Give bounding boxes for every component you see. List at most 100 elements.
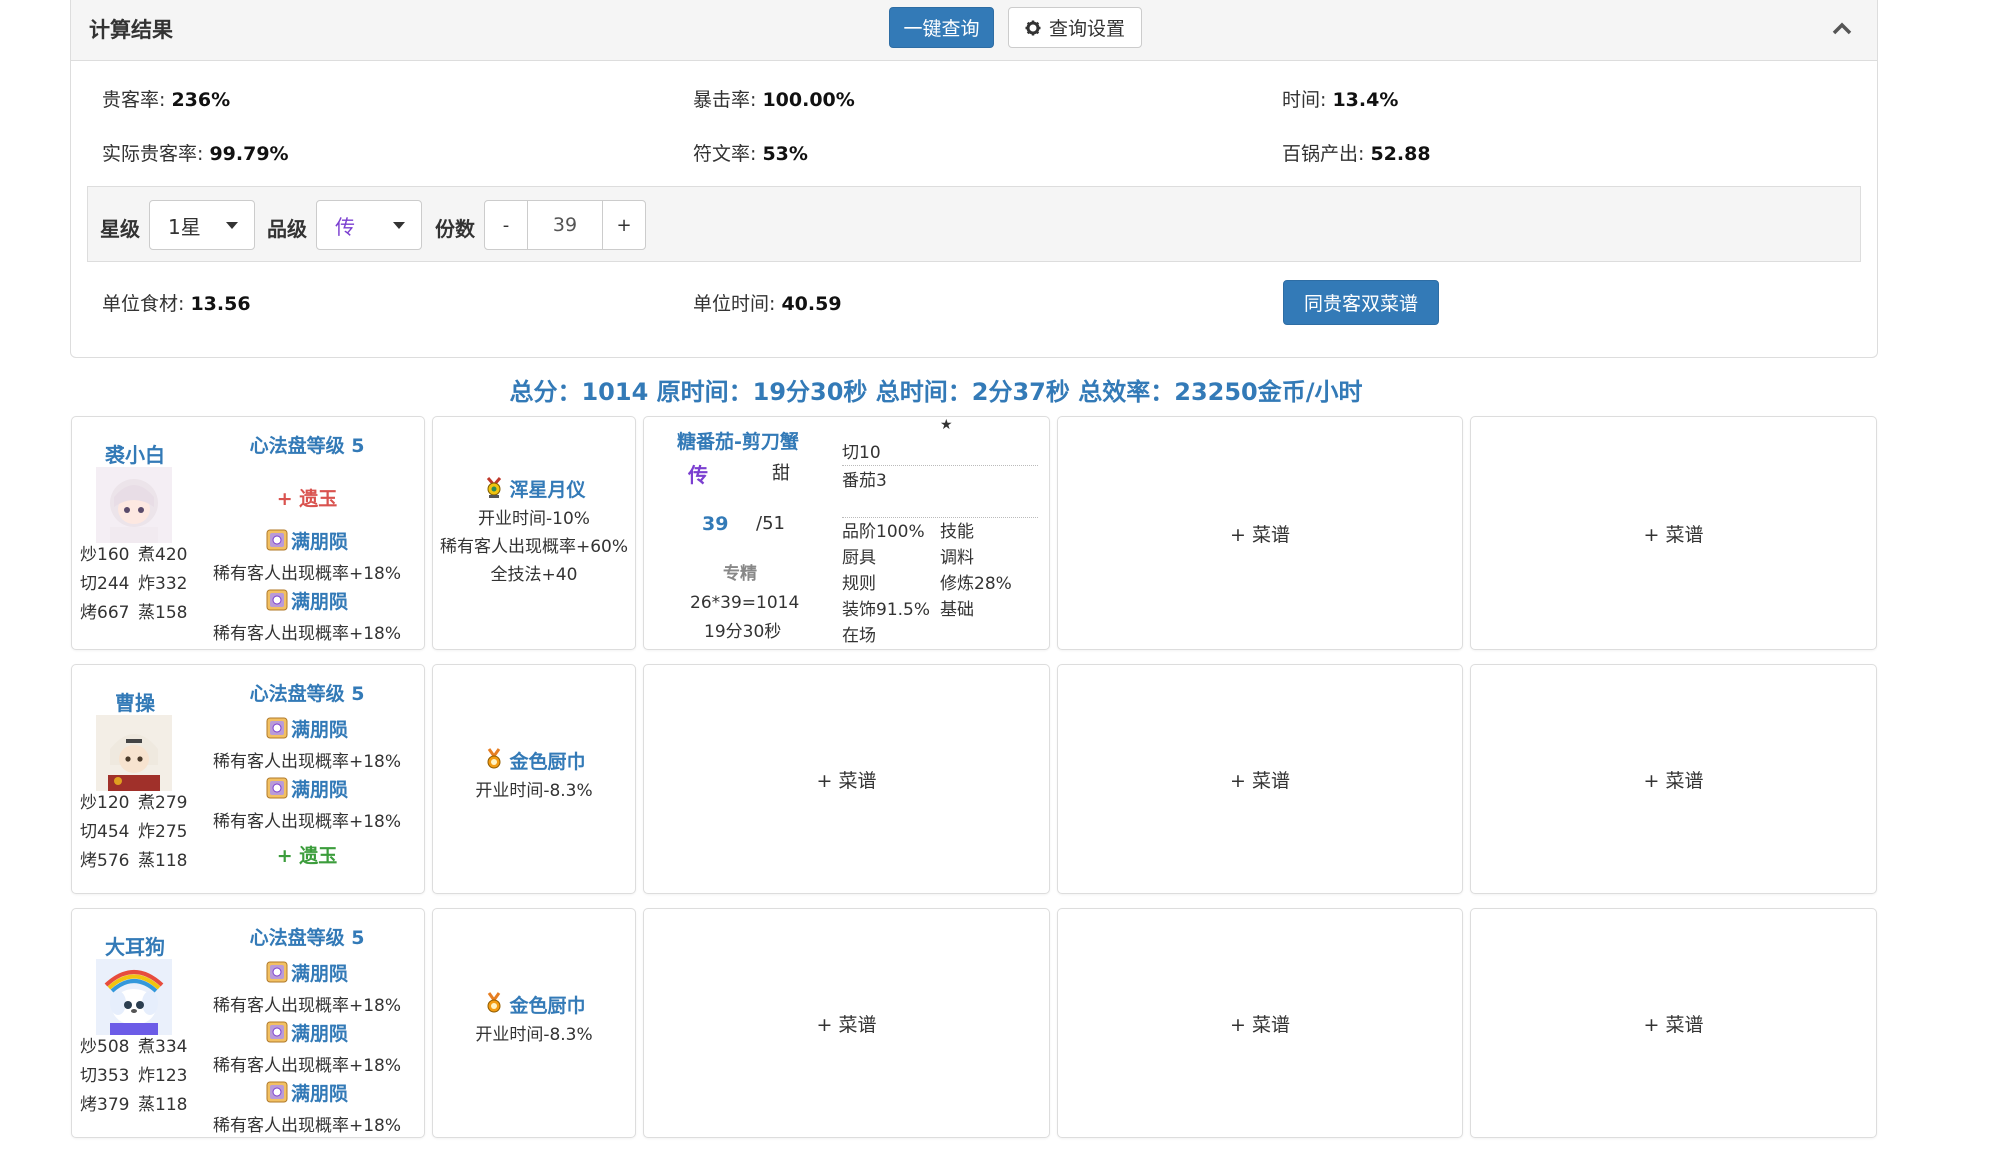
- grade-label: 品级: [267, 217, 307, 241]
- rune-icon: [266, 1021, 288, 1043]
- equipment-name[interactable]: 浑星月仪: [433, 475, 635, 502]
- unit-time-label: 单位时间:: [693, 293, 776, 315]
- ingredient-item: 切10: [842, 443, 881, 463]
- add-recipe-button[interactable]: + 菜谱: [1471, 520, 1876, 547]
- chef-name[interactable]: 曹操: [72, 687, 198, 716]
- rune-name[interactable]: 满朋陨: [212, 587, 402, 614]
- unit-food-value: 13.56: [190, 293, 251, 315]
- recipe-card[interactable]: 糖番茄-剪刀蟹传甜 39/51 专精 26*39=1014 19分30秒 ★ 切10 番茄3 品…: [643, 416, 1050, 650]
- count-minus-button[interactable]: -: [484, 200, 528, 250]
- add-recipe-button[interactable]: + 菜谱: [1058, 520, 1462, 547]
- rune-label: 满朋陨: [290, 719, 348, 741]
- equipment-card[interactable]: 金色厨巾开业时间-8.3%: [432, 664, 636, 894]
- recipe-slot-card[interactable]: + 菜谱: [1057, 664, 1463, 894]
- actual-guest-value: 99.79%: [209, 143, 289, 165]
- rune-name[interactable]: 满朋陨: [212, 1079, 402, 1106]
- chef-card[interactable]: 大耳狗 炒508 煮334 切353 炸123 烤379 蒸118 心法盘等级 5 满朋陨 稀有客…: [71, 908, 425, 1138]
- recipe-attr: 技能: [940, 522, 974, 542]
- recipe-slot-card[interactable]: + 菜谱: [643, 664, 1050, 894]
- rune-name[interactable]: 满朋陨: [212, 1019, 402, 1046]
- ingredient-item: 番茄3: [842, 471, 887, 491]
- equipment-label: 浑星月仪: [509, 479, 586, 501]
- rune-label: 满朋陨: [290, 531, 348, 553]
- filter-bar: 星级 1星 品级 传 份数 - 39 +: [87, 186, 1861, 262]
- skill-value: 炒120: [80, 793, 130, 813]
- equipment-name[interactable]: 金色厨巾: [433, 747, 635, 774]
- rune-name[interactable]: 满朋陨: [212, 959, 402, 986]
- skill-value: 炸275: [138, 822, 188, 842]
- add-jade-button[interactable]: + 遗玉: [212, 841, 402, 868]
- recipe-attr: 规则: [842, 574, 876, 594]
- query-button[interactable]: 一键查询: [889, 7, 994, 48]
- equipment-effect: 全技法+40: [490, 565, 578, 585]
- chef-name[interactable]: 裘小白: [72, 439, 198, 468]
- rune-icon: [266, 1081, 288, 1103]
- recipe-formula: 26*39=1014: [690, 593, 800, 613]
- add-recipe-button[interactable]: + 菜谱: [1058, 766, 1462, 793]
- star-select[interactable]: 1星: [149, 200, 255, 250]
- add-recipe-button[interactable]: + 菜谱: [644, 1010, 1049, 1037]
- actual-guest-stat: 实际贵客率: 99.79%: [102, 139, 289, 166]
- recipe-time: 19分30秒: [704, 622, 782, 642]
- chevron-up-icon[interactable]: [1829, 16, 1855, 42]
- chef-avatar: [96, 715, 172, 791]
- recipe-divider: [842, 517, 1038, 518]
- recipe-slot-card[interactable]: + 菜谱: [1470, 908, 1877, 1138]
- equipment-card[interactable]: 浑星月仪 开业时间-10% 稀有客人出现概率+60% 全技法+40: [432, 416, 636, 650]
- mindset-level[interactable]: 心法盘等级 5: [212, 679, 402, 706]
- rune-desc: 稀有客人出现概率+18%: [212, 1116, 402, 1136]
- add-recipe-button[interactable]: + 菜谱: [1471, 766, 1876, 793]
- skill-value: 炸123: [138, 1066, 188, 1086]
- equipment-effects: 开业时间-8.3%: [433, 1021, 635, 1049]
- rune-desc: 稀有客人出现概率+18%: [212, 1056, 402, 1076]
- add-recipe-button[interactable]: + 菜谱: [1058, 1010, 1462, 1037]
- equipment-card[interactable]: 金色厨巾开业时间-8.3%: [432, 908, 636, 1138]
- grade-select[interactable]: 传: [316, 200, 422, 250]
- chef-skills: 炒120 煮279 切454 炸275 烤576 蒸118: [80, 789, 196, 876]
- query-settings-button[interactable]: 查询设置: [1008, 7, 1142, 48]
- count-input[interactable]: 39: [528, 200, 602, 250]
- equipment-name[interactable]: 金色厨巾: [433, 991, 635, 1018]
- skill-value: 蒸118: [138, 851, 188, 871]
- chef-card[interactable]: 裘小白 炒160 煮420 切244 炸332 烤667 蒸158 心法盘等级 5 + 遗玉 满朋…: [71, 416, 425, 650]
- rune-name[interactable]: 满朋陨: [212, 715, 402, 742]
- actual-guest-label: 实际贵客率:: [102, 143, 204, 165]
- recipe-slot-card[interactable]: + 菜谱: [1057, 908, 1463, 1138]
- mindset-level[interactable]: 心法盘等级 5: [212, 923, 402, 950]
- recipe-slot-card[interactable]: + 菜谱: [1470, 416, 1877, 650]
- rune-name[interactable]: 满朋陨: [212, 775, 402, 802]
- recipe-max: /51: [756, 513, 785, 534]
- recipe-attr: 在场: [842, 626, 876, 646]
- caret-down-icon: [226, 222, 238, 229]
- skill-value: 切454: [80, 822, 130, 842]
- recipe-slot-card[interactable]: + 菜谱: [1057, 416, 1463, 650]
- recipe-divider: [842, 465, 1038, 466]
- add-recipe-button[interactable]: + 菜谱: [644, 766, 1049, 793]
- skill-value: 蒸158: [138, 603, 188, 623]
- recipe-attr: 装饰91.5%: [842, 600, 931, 620]
- skill-row: 烤379 蒸118: [80, 1091, 196, 1120]
- crit-label: 暴击率:: [693, 89, 757, 111]
- double-recipe-button[interactable]: 同贵客双菜谱: [1283, 280, 1439, 325]
- guest-rate-value: 236%: [171, 89, 231, 111]
- count-plus-button[interactable]: +: [602, 200, 646, 250]
- chef-name[interactable]: 大耳狗: [72, 931, 198, 960]
- equipment-effect: 开业时间-8.3%: [475, 781, 593, 801]
- rune-name[interactable]: 满朋陨: [212, 527, 402, 554]
- skill-row: 炒160 煮420: [80, 541, 196, 570]
- time-stat: 时间: 13.4%: [1282, 85, 1398, 112]
- star-label: 星级: [100, 217, 140, 241]
- add-jade-button[interactable]: + 遗玉: [212, 484, 402, 511]
- add-recipe-button[interactable]: + 菜谱: [1471, 1010, 1876, 1037]
- recipe-count[interactable]: 39: [702, 513, 728, 535]
- recipe-taste: 甜: [772, 463, 790, 484]
- unit-food-label: 单位食材:: [102, 293, 185, 315]
- recipe-slot-card[interactable]: + 菜谱: [1470, 664, 1877, 894]
- result-panel: 计算结果 一键查询 查询设置 贵客率: 236% 暴击率: 100.00% 时间…: [70, 0, 1878, 358]
- mindset-level[interactable]: 心法盘等级 5: [212, 431, 402, 458]
- chef-card[interactable]: 曹操 炒120 煮279 切454 炸275 烤576 蒸118 心法盘等级 5 满朋陨 稀有客人…: [71, 664, 425, 894]
- recipe-slot-card[interactable]: + 菜谱: [643, 908, 1050, 1138]
- gear-icon: [1025, 20, 1041, 35]
- equipment-effect: 开业时间-10%: [478, 509, 590, 529]
- recipe-name[interactable]: 糖番茄-剪刀蟹: [677, 427, 799, 454]
